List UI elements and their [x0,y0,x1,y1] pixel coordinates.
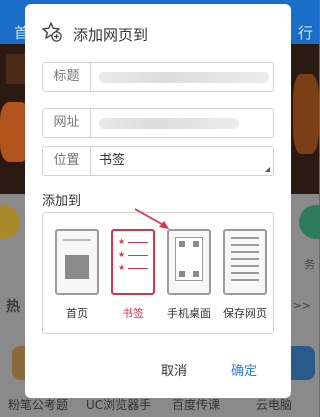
dialog-title: 添加网页到 [73,25,149,44]
option-save-page-label: 保存网页 [223,307,267,320]
background-app-label: UC浏览器手 [86,398,152,412]
background-note: 务 [304,258,315,271]
title-field-value-redacted [99,72,269,83]
option-phone-desktop[interactable]: 手机桌面 [165,229,213,320]
save-page-icon [223,229,267,295]
star-plus-icon [41,21,63,47]
background-hot-label: 热 [6,299,20,315]
background-app-label: 云电脑 [256,398,293,412]
title-field[interactable]: 标题 [42,62,274,92]
add-to-label: 添加到 [42,194,82,209]
background-header-text-right: 行 [297,24,313,42]
url-field-label: 网址 [43,109,91,137]
url-field[interactable]: 网址 [42,108,274,138]
location-select-value: 书签 [99,153,126,168]
homepage-grid-icon [55,229,99,295]
phone-desktop-icon [167,229,211,295]
cancel-button[interactable]: 取消 [161,360,187,379]
add-page-dialog: 添加网页到 标题 网址 位置 书签 添加到 首页 ★ ★ ★ 书签 手机桌面 保… [25,4,291,398]
background-app-label: 百度传课 [172,398,221,412]
bookmark-list-icon: ★ ★ ★ [111,229,155,295]
option-homepage[interactable]: 首页 [53,229,101,320]
dropdown-corner-icon [265,167,270,172]
url-field-value-redacted [99,118,239,129]
dialog-header: 添加网页到 [41,22,148,46]
location-select-label: 位置 [43,147,91,175]
option-bookmark[interactable]: ★ ★ ★ 书签 [109,229,157,320]
option-save-page[interactable]: 保存网页 [221,229,269,320]
confirm-button[interactable]: 确定 [231,360,257,379]
background-app-label: 粉笔公考题 [8,398,69,412]
location-select[interactable]: 位置 书签 [42,146,274,176]
title-field-label: 标题 [43,63,91,91]
red-arrow-icon [134,208,169,229]
